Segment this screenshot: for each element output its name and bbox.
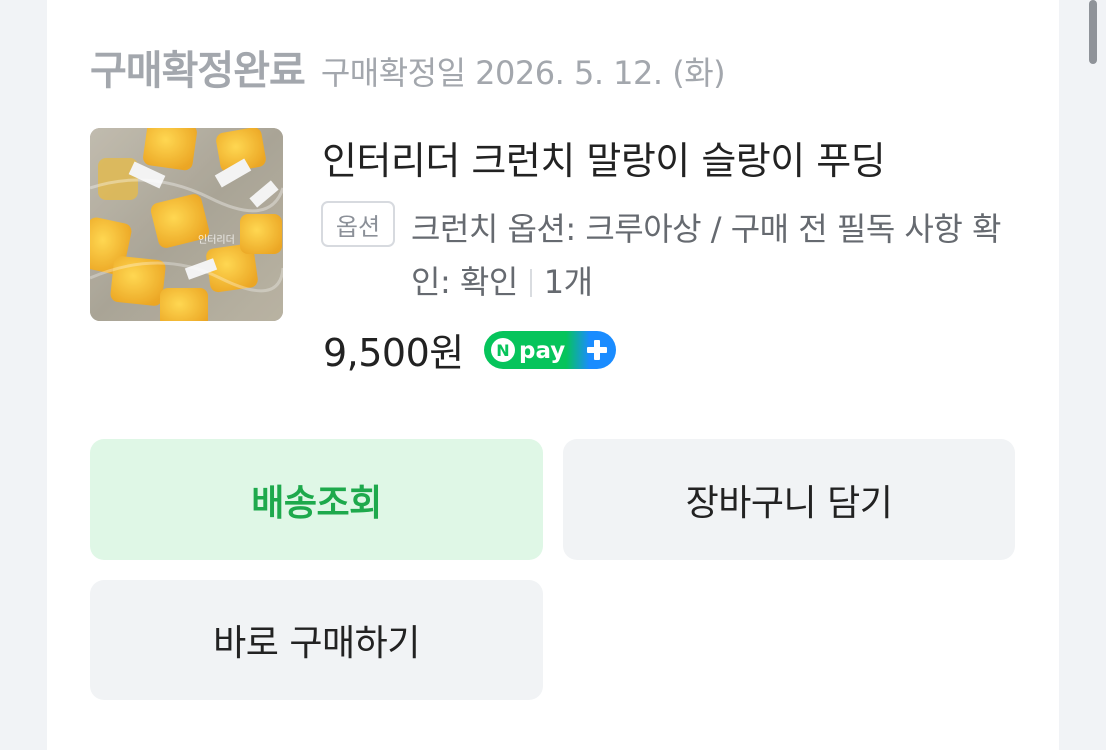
quantity: 1개: [543, 263, 593, 301]
order-card: 구매확정완료 구매확정일 2026. 5. 12. (화) 인터리더 인터리더 …: [47, 0, 1059, 750]
price: 9,500원: [323, 331, 464, 375]
option-text: 크런치 옵션: 크루아상 / 구매 전 필독 사항 확인: 확인: [411, 210, 1001, 301]
add-to-cart-button[interactable]: 장바구니 담기: [563, 439, 1015, 560]
product-name[interactable]: 인터리더 크런치 말랑이 슬랑이 푸딩: [322, 130, 886, 185]
order-status: 구매확정완료: [90, 48, 306, 94]
option-details: 크런치 옵션: 크루아상 / 구매 전 필독 사항 확인: 확인 1개: [411, 203, 1026, 309]
thumbnail-watermark: 인터리더: [198, 234, 235, 246]
confirmed-date: 구매확정일 2026. 5. 12. (화): [320, 54, 726, 92]
npay-plus-icon: N pay: [483, 330, 616, 374]
svg-text:pay: pay: [519, 338, 565, 364]
buy-now-button[interactable]: 바로 구매하기: [90, 580, 543, 700]
product-image: 인터리더: [90, 128, 283, 321]
order-status-row: 구매확정완료 구매확정일 2026. 5. 12. (화): [90, 38, 726, 96]
option-badge: 옵션: [321, 201, 395, 247]
svg-text:N: N: [496, 341, 509, 360]
scrollbar[interactable]: [1089, 0, 1097, 64]
track-delivery-button[interactable]: 배송조회: [90, 439, 543, 560]
price-row: 9,500원 N pay: [323, 322, 616, 377]
divider: [529, 269, 532, 297]
product-thumbnail[interactable]: 인터리더: [90, 128, 283, 321]
